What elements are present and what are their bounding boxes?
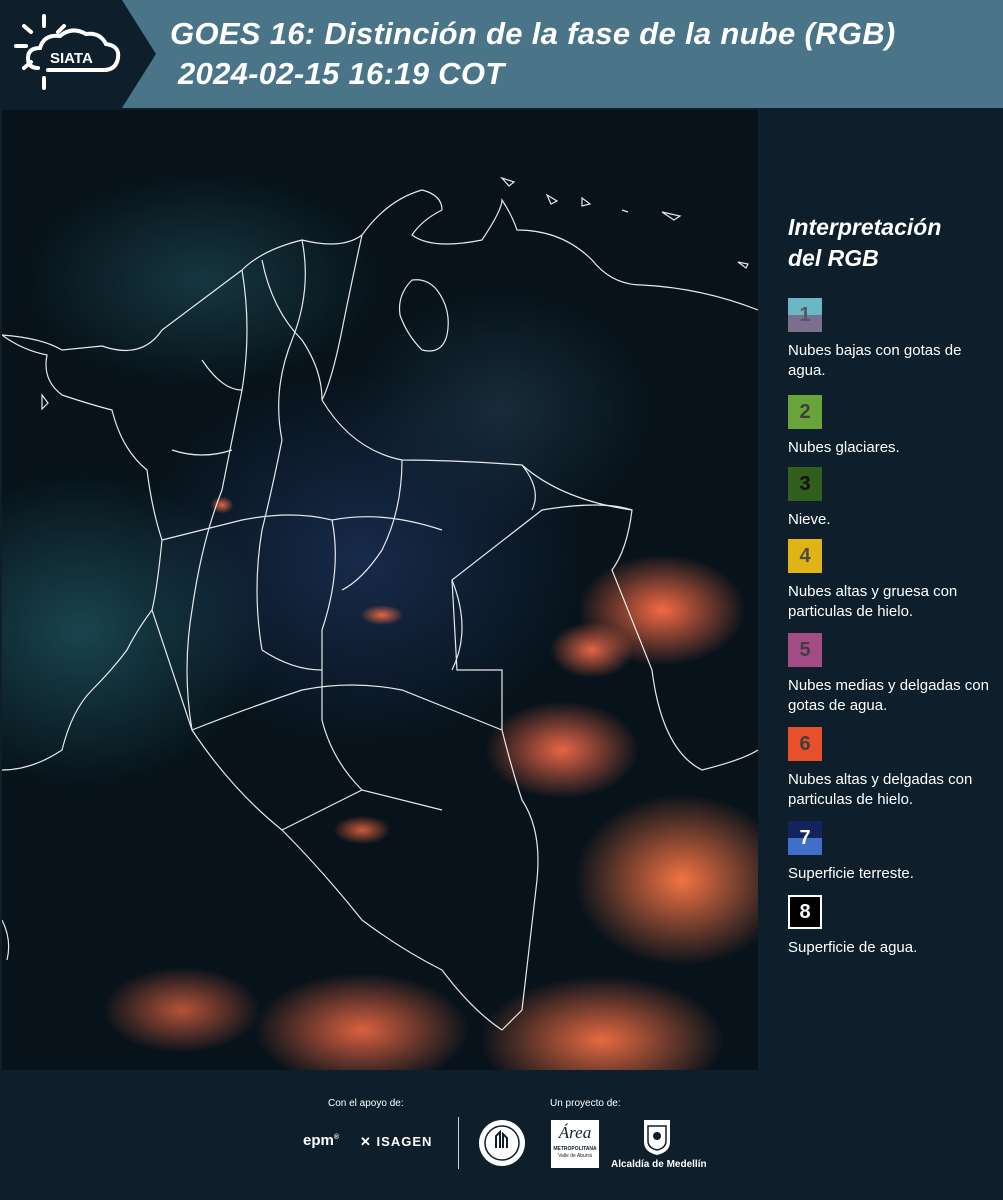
footer: Con el apoyo de: Un proyecto de: epm® ✕ … bbox=[0, 1070, 1003, 1200]
legend-title-line1: Interpretación bbox=[788, 214, 942, 240]
legend-label: Superficie de agua. bbox=[788, 939, 918, 956]
legend-label: Nubes medias y delgadas con gotas de agu… bbox=[788, 677, 989, 714]
legend-item-4: 4 Nubes altas y gruesa con particulas de … bbox=[788, 539, 993, 622]
area-metropolitana-logo: Área METROPOLITANA Valle de Aburrá bbox=[551, 1120, 599, 1168]
header: SIATA GOES 16: Distinción de la fase de … bbox=[0, 0, 1003, 108]
medellin-shield-icon bbox=[644, 1120, 670, 1155]
legend-title-line2: del RGB bbox=[788, 245, 879, 271]
legend-item-2: 2 Nubes glaciares. bbox=[788, 395, 993, 458]
legend-swatch: 8 bbox=[788, 895, 822, 929]
legend-title: Interpretación del RGB bbox=[788, 212, 993, 274]
legend-label: Nubes altas y delgadas con particulas de… bbox=[788, 771, 973, 808]
isagen-logo-text: ISAGEN bbox=[376, 1134, 433, 1149]
medellin-label: Alcaldía de Medellín bbox=[611, 1159, 707, 1170]
legend-label: Nubes glaciares. bbox=[788, 439, 900, 456]
logo-text: SIATA bbox=[50, 50, 93, 67]
siata-logo: SIATA bbox=[14, 14, 121, 90]
boundary-lines bbox=[2, 176, 758, 1031]
legend-label: Nubes altas y gruesa con particulas de h… bbox=[788, 583, 958, 620]
epm-logo: epm® bbox=[303, 1132, 340, 1149]
legend-label: Nieve. bbox=[788, 511, 831, 528]
area-logo-line1: METROPOLITANA bbox=[553, 1146, 597, 1152]
satellite-map bbox=[2, 110, 758, 1070]
legend-item-5: 5 Nubes medias y delgadas con gotas de ag… bbox=[788, 633, 993, 716]
legend-swatch: 7 bbox=[788, 821, 822, 855]
support-label: Con el apoyo de: bbox=[328, 1098, 404, 1109]
area-logo-line2: Valle de Aburrá bbox=[558, 1153, 592, 1159]
epm-logo-text: epm bbox=[303, 1132, 334, 1149]
page-timestamp: 2024-02-15 16:19 COT bbox=[178, 56, 505, 91]
legend-label: Nubes bajas con gotas de agua. bbox=[788, 342, 962, 379]
legend-item-1: 1 Nubes bajas con gotas de agua. bbox=[788, 298, 993, 381]
legend-item-8: 8 Superficie de agua. bbox=[788, 895, 993, 958]
legend-item-7: 7 Superficie terreste. bbox=[788, 821, 993, 884]
seal-logo bbox=[479, 1120, 525, 1166]
page-title: GOES 16: Distinción de la fase de la nub… bbox=[170, 16, 896, 51]
legend: Interpretación del RGB bbox=[788, 212, 993, 294]
legend-label: Superficie terreste. bbox=[788, 865, 914, 882]
footer-divider bbox=[458, 1117, 459, 1169]
legend-swatch: 6 bbox=[788, 727, 822, 761]
isagen-icon: ✕ bbox=[360, 1134, 372, 1149]
legend-swatch: 1 bbox=[788, 298, 822, 332]
legend-swatch: 4 bbox=[788, 539, 822, 573]
isagen-logo: ✕ ISAGEN bbox=[360, 1134, 432, 1150]
legend-item-6: 6 Nubes altas y delgadas con particulas d… bbox=[788, 727, 993, 810]
legend-swatch: 5 bbox=[788, 633, 822, 667]
area-logo-big: Área bbox=[558, 1123, 592, 1142]
project-label: Un proyecto de: bbox=[550, 1098, 621, 1109]
legend-swatch: 3 bbox=[788, 467, 822, 501]
legend-item-3: 3 Nieve. bbox=[788, 467, 993, 530]
legend-swatch: 2 bbox=[788, 395, 822, 429]
